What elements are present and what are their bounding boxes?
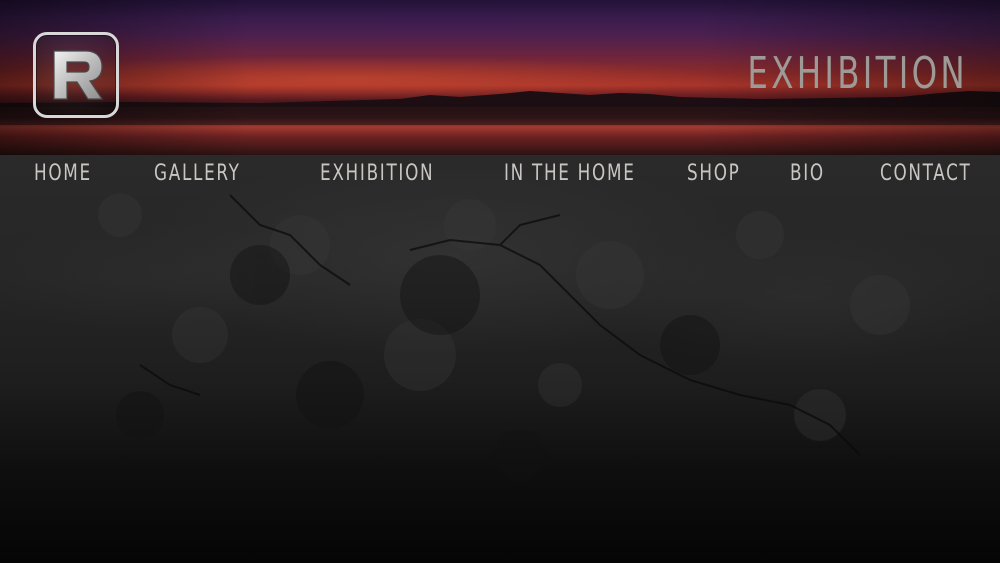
nav-item-contact[interactable]: CONTACT xyxy=(880,160,971,188)
r-logo-icon[interactable] xyxy=(33,32,119,118)
page-title: EXHIBITION xyxy=(747,48,968,99)
nav-item-gallery[interactable]: GALLERY xyxy=(154,160,241,188)
page: EXHIBITION HOME GALLERY EXHIBITION IN TH… xyxy=(0,0,1000,563)
nav-item-shop[interactable]: SHOP xyxy=(687,160,741,188)
nav-item-bio[interactable]: BIO xyxy=(790,160,825,188)
nav-item-in-the-home[interactable]: IN THE HOME xyxy=(504,160,636,188)
concrete-texture xyxy=(98,193,910,481)
nav-item-home[interactable]: HOME xyxy=(34,160,92,188)
nav-item-exhibition[interactable]: EXHIBITION xyxy=(320,160,434,188)
main-nav: HOME GALLERY EXHIBITION IN THE HOME SHOP… xyxy=(0,160,1000,190)
